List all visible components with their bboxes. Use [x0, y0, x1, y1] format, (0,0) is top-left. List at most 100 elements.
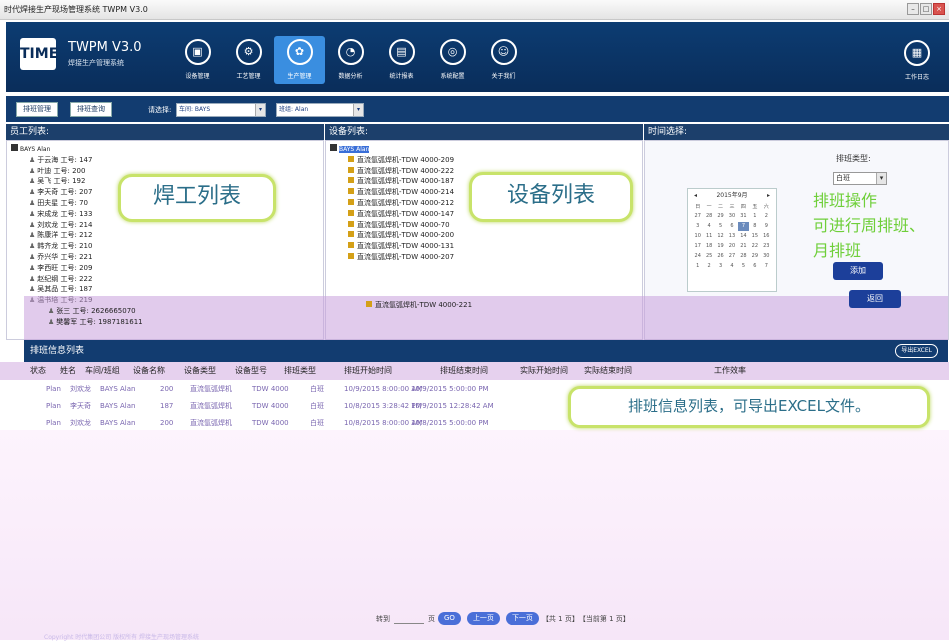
calendar-day[interactable]: 30 — [726, 212, 737, 221]
back-button[interactable]: 返回 — [849, 290, 901, 308]
calendar-day[interactable]: 27 — [726, 252, 737, 261]
prev-page-button[interactable]: 上一页 — [466, 612, 500, 625]
employee-tree-item[interactable]: ♟ 乔兴华 工号: 221 — [11, 252, 319, 263]
calendar-day[interactable]: 8 — [749, 222, 760, 231]
calendar-day[interactable]: 19 — [715, 242, 726, 251]
nav-report[interactable]: ▤ 统计报表 — [376, 36, 427, 84]
calendar-day[interactable]: 3 — [692, 222, 703, 231]
calendar-day[interactable]: 21 — [738, 242, 749, 251]
calendar-day[interactable]: 6 — [749, 262, 760, 271]
calendar-day[interactable]: 11 — [703, 232, 714, 241]
minimize-icon[interactable]: – — [907, 3, 919, 15]
calendar-day[interactable]: 13 — [726, 232, 737, 241]
prev-month-icon[interactable]: ◂ — [694, 189, 697, 203]
equipment-tree-item[interactable]: 直流氩弧焊机-TDW 4000-200 — [348, 230, 638, 241]
employee-tree-item[interactable]: ♟ 张三 工号: 2626665070 — [30, 306, 143, 317]
col-equipment-model[interactable]: 设备型号 — [235, 362, 267, 380]
calendar-day[interactable]: 3 — [715, 262, 726, 271]
calendar-day[interactable]: 29 — [715, 212, 726, 221]
calendar-day[interactable]: 12 — [715, 232, 726, 241]
schedule-mgmt-button[interactable]: 排班管理 — [16, 102, 58, 117]
calendar-day[interactable]: 1 — [692, 262, 703, 271]
workshop-select[interactable]: 车间: BAYS ▾ — [176, 103, 266, 117]
calendar-day[interactable]: 2 — [761, 212, 772, 221]
employee-tree-item[interactable]: ♟ 韩齐龙 工号: 210 — [11, 241, 319, 252]
calendar-day[interactable]: 7 — [737, 222, 750, 231]
calendar-day[interactable]: 5 — [738, 262, 749, 271]
col-schedule-end[interactable]: 排班结束时间 — [440, 362, 488, 380]
equipment-label: 直流氩弧焊机-TDW 4000-187 — [357, 177, 455, 186]
employee-tree-item[interactable]: ♟ 赵纪纲 工号: 222 — [11, 274, 319, 285]
work-log-button[interactable]: ▦ 工作日志 — [897, 40, 937, 81]
calendar-day[interactable]: 27 — [692, 212, 703, 221]
nav-settings[interactable]: ◎ 系统配置 — [427, 36, 478, 84]
schedule-type-select[interactable]: 白班 ▾ — [833, 172, 887, 185]
nav-equipment[interactable]: ▣ 设备管理 — [172, 36, 223, 84]
maximize-icon[interactable]: □ — [920, 3, 932, 15]
add-button[interactable]: 添加 — [833, 262, 883, 280]
goto-label: 转到 — [376, 614, 390, 623]
nav-process[interactable]: ⚙ 工艺管理 — [223, 36, 274, 84]
calendar-day[interactable]: 22 — [749, 242, 760, 251]
col-status[interactable]: 状态 — [30, 362, 46, 380]
time-select-heading: 时间选择: — [644, 124, 949, 140]
calendar-day[interactable]: 2 — [703, 262, 714, 271]
col-efficiency[interactable]: 工作效率 — [714, 362, 746, 380]
calendar-day[interactable]: 10 — [692, 232, 703, 241]
col-name[interactable]: 姓名 — [60, 362, 76, 380]
calendar-day[interactable]: 28 — [703, 212, 714, 221]
calendar-day[interactable]: 25 — [703, 252, 714, 261]
employee-tree-root[interactable]: BAYS Alan — [11, 144, 319, 155]
col-schedule-type[interactable]: 排班类型 — [284, 362, 316, 380]
equipment-tree-item[interactable]: 直流氩弧焊机-TDW 4000-207 — [348, 252, 638, 263]
page-input[interactable] — [394, 613, 424, 624]
close-icon[interactable]: × — [933, 3, 945, 15]
calendar-day[interactable]: 6 — [726, 222, 737, 231]
employee-tree-item[interactable]: ♟ 陈康洋 工号: 212 — [11, 230, 319, 241]
col-equipment-type[interactable]: 设备类型 — [184, 362, 216, 380]
calendar-day[interactable]: 28 — [738, 252, 749, 261]
schedule-query-button[interactable]: 排班查询 — [70, 102, 112, 117]
employee-tree-item[interactable]: ♟ 吴其品 工号: 187 — [11, 284, 319, 295]
calendar-day[interactable]: 4 — [703, 222, 714, 231]
calendar-day[interactable]: 23 — [761, 242, 772, 251]
next-month-icon[interactable]: ▸ — [767, 189, 770, 203]
calendar-day[interactable]: 31 — [738, 212, 749, 221]
calendar-day[interactable]: 16 — [761, 232, 772, 241]
calendar-day[interactable]: 4 — [726, 262, 737, 271]
calendar-day[interactable]: 14 — [738, 232, 749, 241]
nav-about[interactable]: ☺ 关于我们 — [478, 36, 529, 84]
equipment-tree-item[interactable]: 直流氩弧焊机-TDW 4000-131 — [348, 241, 638, 252]
calendar[interactable]: ◂ 2015年9月 ▸ 日一二三四五六 27 28 29 30 31 1 2 3 4 5 6 7 8 9 1… — [687, 188, 777, 292]
calendar-day[interactable]: 18 — [703, 242, 714, 251]
go-button[interactable]: GO — [438, 612, 461, 625]
employee-tree-item[interactable]: ♟ 李西旺 工号: 209 — [11, 263, 319, 274]
calendar-day[interactable]: 17 — [692, 242, 703, 251]
calendar-day[interactable]: 26 — [715, 252, 726, 261]
col-actual-start[interactable]: 实际开始时间 — [520, 362, 568, 380]
col-workshop[interactable]: 车间/班组 — [85, 362, 120, 380]
calendar-day[interactable]: 30 — [761, 252, 772, 261]
calendar-day[interactable]: 24 — [692, 252, 703, 261]
col-equipment-name[interactable]: 设备名称 — [133, 362, 165, 380]
export-callout: 排班信息列表，可导出EXCEL文件。 — [568, 386, 930, 428]
equipment-tree-root[interactable]: BAYS Alan — [330, 144, 638, 155]
next-page-button[interactable]: 下一页 — [505, 612, 539, 625]
employee-tree-item[interactable]: ♟ 于云海 工号: 147 — [11, 155, 319, 166]
nav-analysis[interactable]: ◔ 数据分析 — [325, 36, 376, 84]
col-schedule-start[interactable]: 排班开始时间 — [344, 362, 392, 380]
employee-tree-item[interactable]: ♟ 樊馨军 工号: 1987181611 — [30, 317, 143, 328]
calendar-day[interactable]: 9 — [761, 222, 772, 231]
calendar-day[interactable]: 1 — [749, 212, 760, 221]
team-select[interactable]: 班组: Alan ▾ — [276, 103, 364, 117]
col-actual-end[interactable]: 实际结束时间 — [584, 362, 632, 380]
nav-production[interactable]: ✿ 生产管理 — [274, 36, 325, 84]
calendar-day[interactable]: 15 — [749, 232, 760, 241]
calendar-day[interactable]: 5 — [715, 222, 726, 231]
calendar-day[interactable]: 20 — [726, 242, 737, 251]
calendar-day[interactable]: 7 — [761, 262, 772, 271]
calendar-day[interactable]: 29 — [749, 252, 760, 261]
equipment-tree-item[interactable]: 直流氩弧焊机-TDW 4000-221 — [366, 300, 472, 311]
export-excel-button[interactable]: 导出EXCEL — [895, 344, 938, 358]
equipment-tree-item[interactable]: 直流氩弧焊机-TDW 4000-209 — [348, 155, 638, 166]
